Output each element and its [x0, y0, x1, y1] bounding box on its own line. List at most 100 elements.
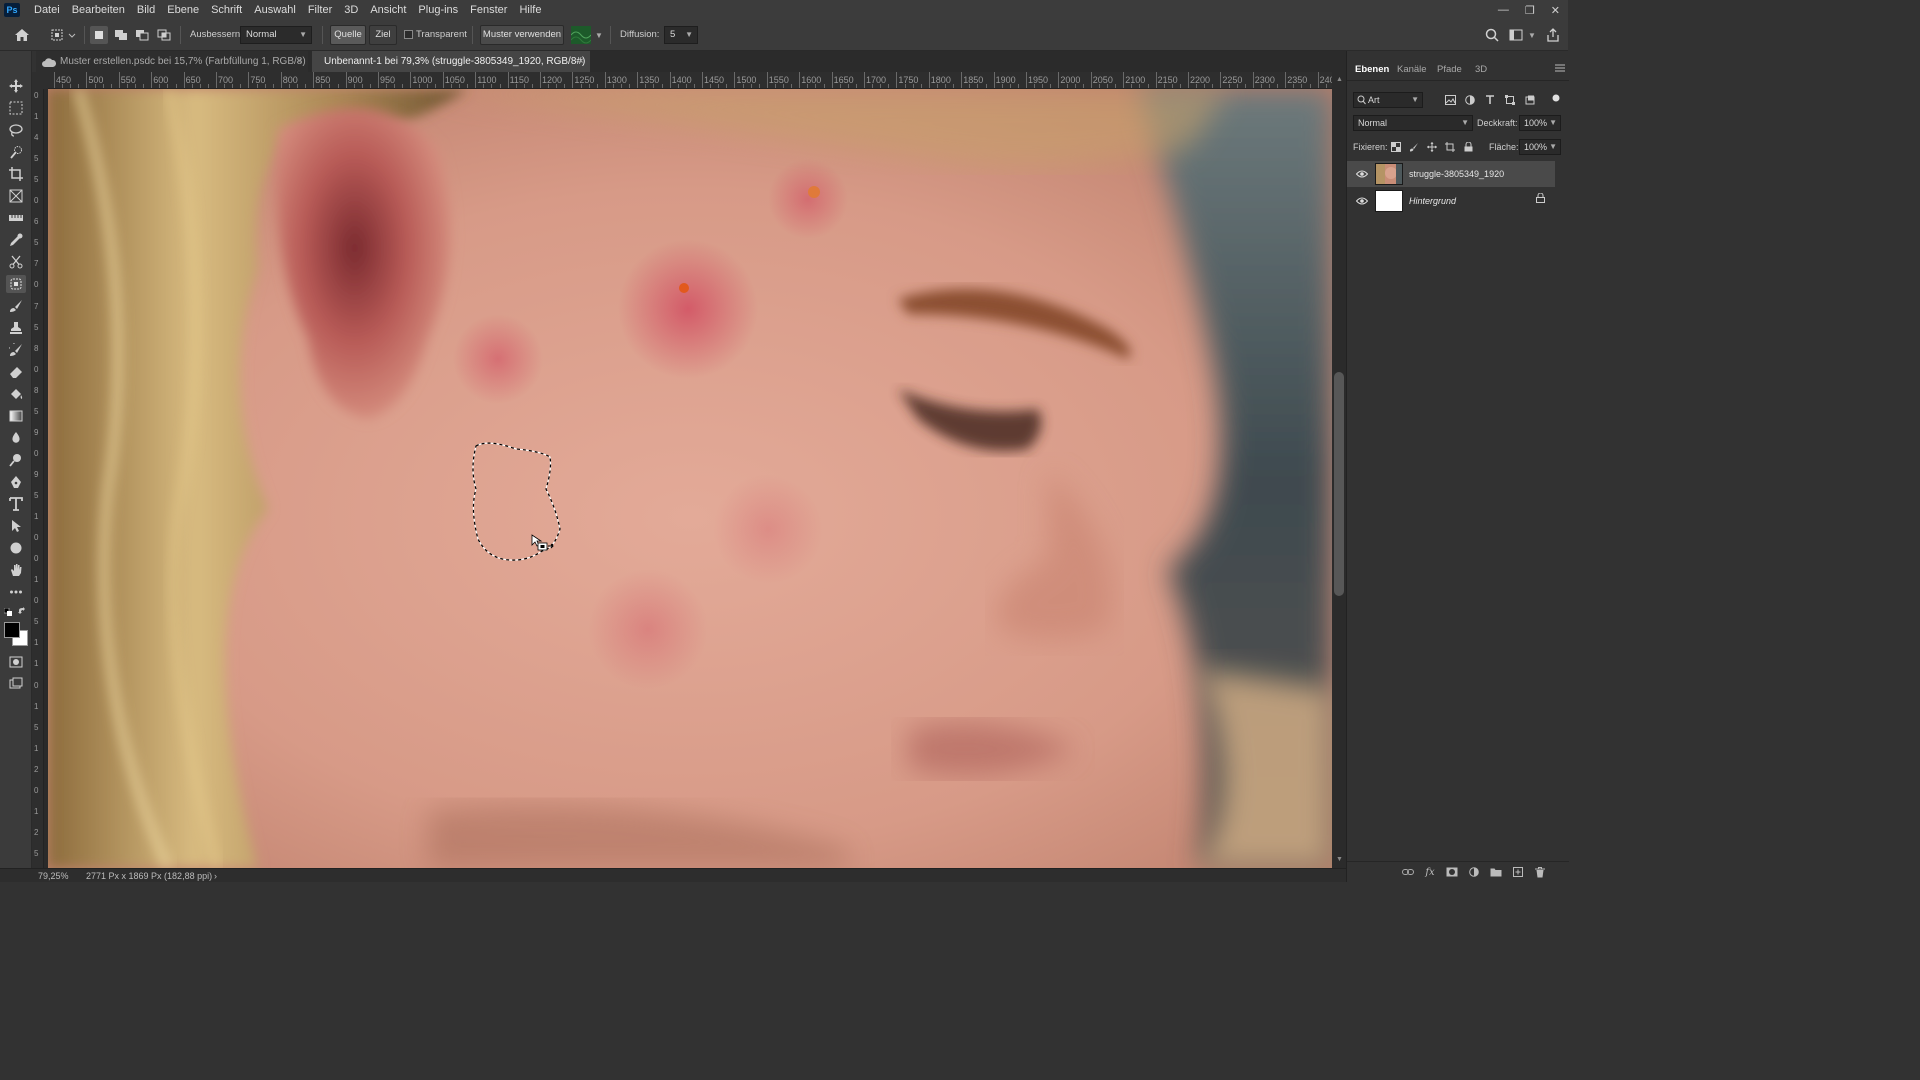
layer-row-struggle[interactable]: struggle-3805349_1920 [1347, 161, 1555, 187]
move-tool-icon[interactable] [6, 77, 26, 95]
layer-row-hintergrund[interactable]: Hintergrund [1347, 188, 1555, 214]
patch-mode-select[interactable]: Normal ▼ [240, 26, 312, 44]
tab-pfade[interactable]: Pfade [1437, 59, 1462, 81]
ellipse-tool-icon[interactable] [6, 539, 26, 557]
minimize-button[interactable]: — [1498, 4, 1509, 16]
close-icon[interactable]: × [296, 51, 302, 72]
lasso-tool-icon[interactable] [6, 121, 26, 139]
scissors-tool-icon[interactable] [6, 253, 26, 271]
new-layer-icon[interactable] [1511, 865, 1525, 879]
scroll-up-icon[interactable]: ▲ [1336, 76, 1343, 83]
history-brush-tool-icon[interactable] [6, 341, 26, 359]
photoshop-logo[interactable]: Ps [4, 3, 20, 17]
filter-pixel-icon[interactable] [1443, 93, 1457, 107]
lock-all-icon[interactable] [1461, 140, 1475, 154]
tab-unbenannt-1[interactable]: Unbenannt-1 bei 79,3% (struggle-3805349_… [312, 51, 590, 88]
ruler-tool-icon[interactable] [6, 209, 26, 227]
gradient-tool-icon[interactable] [6, 407, 26, 425]
diffusion-select[interactable]: 5 ▼ [664, 26, 698, 44]
menu-filter[interactable]: Filter [302, 0, 338, 20]
filter-type-icon[interactable] [1483, 93, 1497, 107]
document-canvas[interactable] [48, 89, 1332, 868]
menu-3d[interactable]: 3D [338, 0, 364, 20]
quelle-button[interactable]: Quelle [330, 25, 366, 45]
lock-transparency-icon[interactable] [1389, 140, 1403, 154]
muster-verwenden-button[interactable]: Muster verwenden [480, 25, 564, 45]
trash-icon[interactable] [1533, 865, 1547, 879]
add-selection-icon[interactable] [112, 26, 130, 44]
eraser-tool-icon[interactable] [6, 363, 26, 381]
menu-schrift[interactable]: Schrift [205, 0, 248, 20]
restore-button[interactable]: ❐ [1525, 4, 1535, 17]
menu-bearbeiten[interactable]: Bearbeiten [66, 0, 131, 20]
fill-input[interactable]: 100% ▼ [1519, 139, 1561, 155]
menu-auswahl[interactable]: Auswahl [248, 0, 302, 20]
default-colors-icon[interactable] [3, 607, 12, 616]
filter-toggle-icon[interactable] [1549, 91, 1563, 105]
close-icon[interactable]: × [578, 51, 584, 72]
subtract-selection-icon[interactable] [133, 26, 151, 44]
intersect-selection-icon[interactable] [155, 26, 173, 44]
fx-icon[interactable]: fx [1423, 865, 1437, 879]
lock-position-icon[interactable] [1425, 140, 1439, 154]
new-selection-icon[interactable] [90, 26, 108, 44]
vertical-scrollbar-thumb[interactable] [1334, 372, 1344, 596]
frame-tool-icon[interactable] [6, 187, 26, 205]
adjustment-layer-icon[interactable] [1467, 865, 1481, 879]
ruler-vertical[interactable]: 0 1 4 5 5 0 6 5 7 0 7 5 8 0 8 5 9 0 9 5 1 0 0 1 0 5 1 1 0 1 5 1 2 0 1 2 5 [32, 89, 44, 868]
patch-tool-icon[interactable] [6, 275, 26, 293]
brush-tool-icon[interactable] [6, 297, 26, 315]
tab-3d[interactable]: 3D [1475, 59, 1487, 81]
filter-adjustment-icon[interactable] [1463, 93, 1477, 107]
lock-artboard-icon[interactable] [1443, 140, 1457, 154]
zoom-level[interactable]: 79,25% [38, 870, 69, 882]
menu-ebene[interactable]: Ebene [161, 0, 205, 20]
share-icon[interactable] [1544, 26, 1562, 44]
tab-kanaele[interactable]: Kanäle [1397, 59, 1427, 81]
transparent-checkbox[interactable] [404, 26, 414, 44]
close-button[interactable]: ✕ [1551, 4, 1560, 17]
eye-icon[interactable] [1355, 194, 1369, 208]
type-tool-icon[interactable] [6, 495, 26, 513]
menu-bild[interactable]: Bild [131, 0, 161, 20]
layer-filter-select[interactable]: Art ▼ [1353, 92, 1423, 108]
quick-selection-tool-icon[interactable] [6, 143, 26, 161]
lock-icon[interactable] [1536, 192, 1545, 206]
workspace-chevron-down-icon[interactable]: ▼ [1527, 26, 1537, 44]
search-icon[interactable] [1483, 26, 1501, 44]
hand-tool-icon[interactable] [6, 561, 26, 579]
tab-ebenen[interactable]: Ebenen [1355, 59, 1389, 81]
blur-tool-icon[interactable] [6, 429, 26, 447]
tab-muster-erstellen[interactable]: Muster erstellen.psdc bei 15,7% (Farbfül… [36, 51, 308, 72]
lock-pixels-brush-icon[interactable] [1407, 140, 1421, 154]
menu-plugins[interactable]: Plug-ins [412, 0, 464, 20]
menu-ansicht[interactable]: Ansicht [364, 0, 412, 20]
path-selection-tool-icon[interactable] [6, 517, 26, 535]
status-menu-arrow[interactable]: › [214, 870, 217, 882]
menu-fenster[interactable]: Fenster [464, 0, 513, 20]
panel-menu-icon[interactable] [1555, 63, 1565, 76]
clone-stamp-tool-icon[interactable] [6, 319, 26, 337]
link-layers-icon[interactable] [1401, 865, 1415, 879]
quick-mask-icon[interactable] [6, 653, 26, 671]
dodge-tool-icon[interactable] [6, 451, 26, 469]
screen-mode-icon[interactable] [6, 675, 26, 693]
menu-hilfe[interactable]: Hilfe [513, 0, 547, 20]
more-tools-icon[interactable] [6, 583, 26, 601]
pattern-swatch[interactable] [570, 26, 592, 44]
workspace-icon[interactable] [1507, 26, 1525, 44]
ziel-button[interactable]: Ziel [369, 25, 397, 45]
new-group-icon[interactable] [1489, 865, 1503, 879]
eyedropper-tool-icon[interactable] [6, 231, 26, 249]
pen-tool-icon[interactable] [6, 473, 26, 491]
scroll-down-icon[interactable]: ▼ [1336, 856, 1343, 863]
patch-tool-preset-icon[interactable] [48, 26, 78, 44]
menu-datei[interactable]: Datei [28, 0, 66, 20]
filter-shape-icon[interactable] [1503, 93, 1517, 107]
pattern-chevron-down-icon[interactable]: ▼ [594, 26, 604, 44]
filter-smart-object-icon[interactable] [1523, 93, 1537, 107]
crop-tool-icon[interactable] [6, 165, 26, 183]
ruler-horizontal[interactable]: 450 500 550 600 650 700 750 800 850 900 950 1000 105… [48, 72, 1332, 89]
marquee-tool-icon[interactable] [6, 99, 26, 117]
foreground-color-swatch[interactable] [4, 622, 20, 638]
